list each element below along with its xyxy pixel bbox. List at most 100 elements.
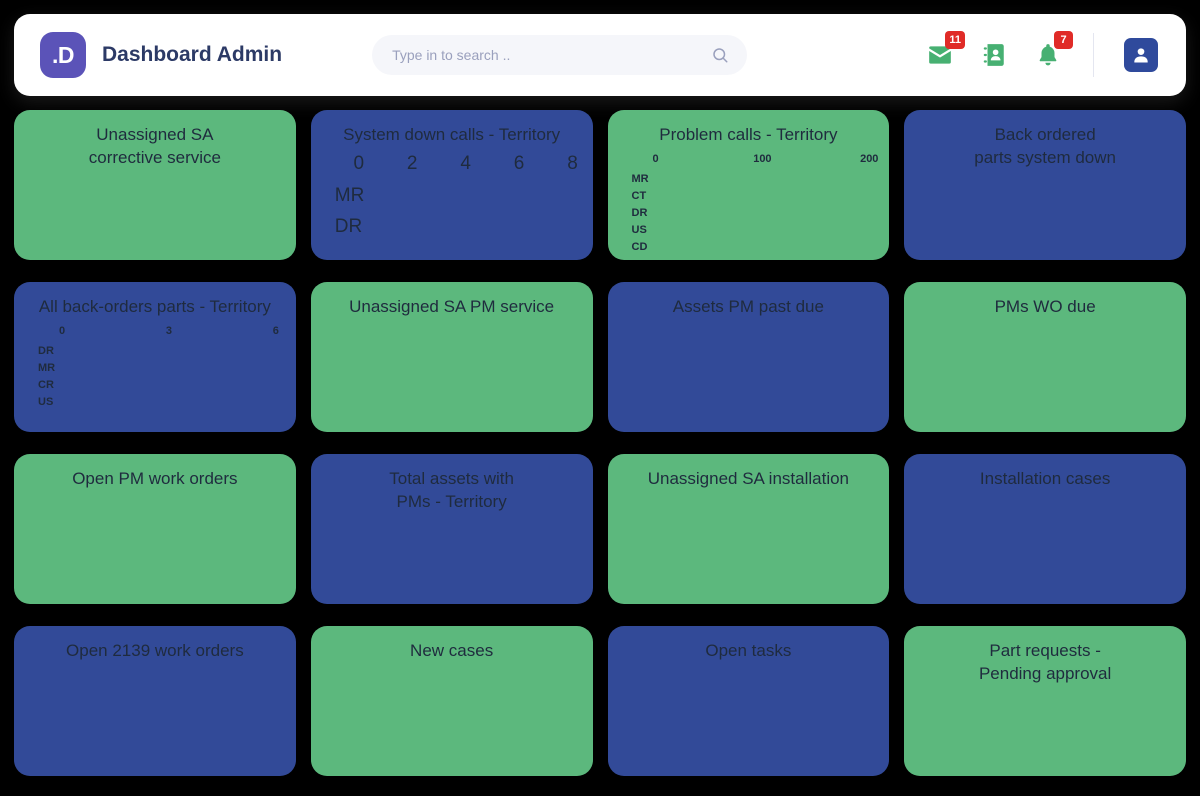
header-divider	[1093, 33, 1094, 77]
dashboard-card-new-cases[interactable]: New cases	[311, 626, 593, 776]
card-title: Unassigned SA corrective service	[28, 124, 282, 170]
chart-category-label: US	[28, 394, 62, 411]
chart-bar-track	[62, 380, 282, 391]
dashboard-card-unassigned-sa-corrective-service[interactable]: Unassigned SA corrective service	[14, 110, 296, 260]
chart-x-tick: 8	[567, 153, 578, 175]
user-avatar-icon	[1131, 45, 1151, 65]
chart-bar-track	[656, 208, 876, 219]
page-title: Dashboard Admin	[102, 43, 282, 67]
dashboard-card-pms-wo-due[interactable]: PMs WO due	[904, 282, 1186, 432]
search-box[interactable]	[372, 35, 747, 75]
chart-category-label: US	[622, 222, 656, 239]
brand: .D Dashboard Admin	[40, 32, 282, 78]
card-title: Unassigned SA installation	[622, 468, 876, 491]
card-title: Installation cases	[918, 468, 1172, 491]
chart-category-label: CT	[622, 188, 656, 205]
card-bar-chart: 0 3 6 DRMRCRUS	[28, 325, 282, 411]
chart-bar-track	[656, 191, 876, 202]
dashboard-card-unassigned-sa-pm-service[interactable]: Unassigned SA PM service	[311, 282, 593, 432]
notifications-badge: 7	[1054, 31, 1073, 49]
chart-rows: DRMRCRUS	[28, 343, 282, 411]
chart-x-axis: 0 3 6	[62, 325, 276, 341]
card-title: New cases	[325, 640, 579, 663]
chart-bar-track	[62, 346, 282, 357]
chart-bar-track	[62, 397, 282, 408]
card-title: Unassigned SA PM service	[325, 296, 579, 319]
dashboard-card-grid: Unassigned SA corrective service System d…	[14, 110, 1186, 776]
chart-category-label: CD	[622, 239, 656, 256]
card-title: Part requests - Pending approval	[918, 640, 1172, 686]
card-title: Open PM work orders	[28, 468, 282, 491]
chart-row: CT	[622, 188, 876, 205]
chart-category-label: MR	[28, 360, 62, 377]
chart-row: MR	[325, 181, 579, 212]
dashboard-card-open-2139-work-orders[interactable]: Open 2139 work orders	[14, 626, 296, 776]
chart-bar-track	[62, 363, 282, 374]
chart-category-label: MR	[325, 181, 375, 211]
top-navigation-inner: .D Dashboard Admin	[14, 14, 1186, 96]
chart-category-label: DR	[622, 205, 656, 222]
chart-row: US	[622, 222, 876, 239]
card-title: Problem calls - Territory	[622, 124, 876, 147]
contacts-button[interactable]	[979, 40, 1009, 70]
chart-x-tick: 0	[59, 325, 65, 337]
chart-category-label: MR	[622, 171, 656, 188]
search-icon[interactable]	[711, 46, 729, 64]
chart-row: CR	[28, 377, 282, 394]
dashboard-card-problem-calls-territory[interactable]: Problem calls - Territory0100200MRCTDRUS…	[608, 110, 890, 260]
chart-x-axis: 0100200	[656, 153, 870, 169]
contacts-icon	[981, 42, 1007, 68]
top-navigation-bar: .D Dashboard Admin	[14, 14, 1186, 96]
chart-bar-track	[656, 242, 876, 253]
chart-row: CD	[622, 239, 876, 256]
chart-category-label: DR	[28, 343, 62, 360]
chart-row: DR	[28, 343, 282, 360]
chart-x-tick: 6	[514, 153, 525, 175]
card-title: All back-orders parts - Territory	[28, 296, 282, 319]
chart-x-tick: 0	[353, 153, 364, 175]
chart-rows: MRCTDRUSCD	[622, 171, 876, 256]
dashboard-card-open-pm-work-orders[interactable]: Open PM work orders	[14, 454, 296, 604]
card-title: Back ordered parts system down	[918, 124, 1172, 170]
chart-bar-track	[375, 222, 579, 233]
chart-x-tick: 3	[166, 325, 172, 337]
chart-bar-track	[656, 225, 876, 236]
chart-x-tick: 6	[273, 325, 279, 337]
dashboard-card-assets-pm-past-due[interactable]: Assets PM past due	[608, 282, 890, 432]
chart-x-tick: 200	[860, 153, 878, 165]
search-input[interactable]	[372, 35, 747, 75]
dashboard-card-installation-cases[interactable]: Installation cases	[904, 454, 1186, 604]
dashboard-card-unassigned-sa-installation[interactable]: Unassigned SA installation	[608, 454, 890, 604]
dashboard-card-back-ordered-parts-system-down[interactable]: Back ordered parts system down	[904, 110, 1186, 260]
card-title: Assets PM past due	[622, 296, 876, 319]
chart-rows: MRDR	[325, 181, 579, 243]
dashboard-card-total-assets-with-pms-territory[interactable]: Total assets with PMs - Territory	[311, 454, 593, 604]
mail-button[interactable]: 11	[925, 40, 955, 70]
card-title: System down calls - Territory	[325, 124, 579, 147]
card-title: Total assets with PMs - Territory	[325, 468, 579, 514]
mail-badge: 11	[945, 31, 965, 49]
app-logo-icon: .D	[40, 32, 86, 78]
user-account-button[interactable]	[1124, 38, 1158, 72]
chart-row: DR	[622, 205, 876, 222]
chart-bar-track	[375, 191, 579, 202]
notifications-button[interactable]: 7	[1033, 40, 1063, 70]
chart-bar-track	[656, 174, 876, 185]
chart-x-axis: 02468	[359, 153, 573, 179]
chart-category-label: CR	[28, 377, 62, 394]
dashboard-card-system-down-calls-territory[interactable]: System down calls - Territory 0 2 4 6 8 MRDR	[311, 110, 593, 260]
search-zone	[282, 35, 925, 75]
chart-x-tick: 0	[652, 153, 658, 165]
header-actions: 11	[925, 33, 1164, 77]
chart-row: MR	[28, 360, 282, 377]
chart-x-tick: 4	[460, 153, 471, 175]
card-title: Open 2139 work orders	[28, 640, 282, 663]
dashboard-card-open-tasks[interactable]: Open tasks	[608, 626, 890, 776]
chart-row: MR	[622, 171, 876, 188]
dashboard-card-part-requests-pending-approval[interactable]: Part requests - Pending approval	[904, 626, 1186, 776]
chart-row: US	[28, 394, 282, 411]
chart-x-tick: 2	[407, 153, 418, 175]
dashboard-card-all-back-orders-parts-territory[interactable]: All back-orders parts - Territory 0 3 6 DRMR…	[14, 282, 296, 432]
card-title: Open tasks	[622, 640, 876, 663]
card-bar-chart: 0100200MRCTDRUSCD	[622, 153, 876, 256]
